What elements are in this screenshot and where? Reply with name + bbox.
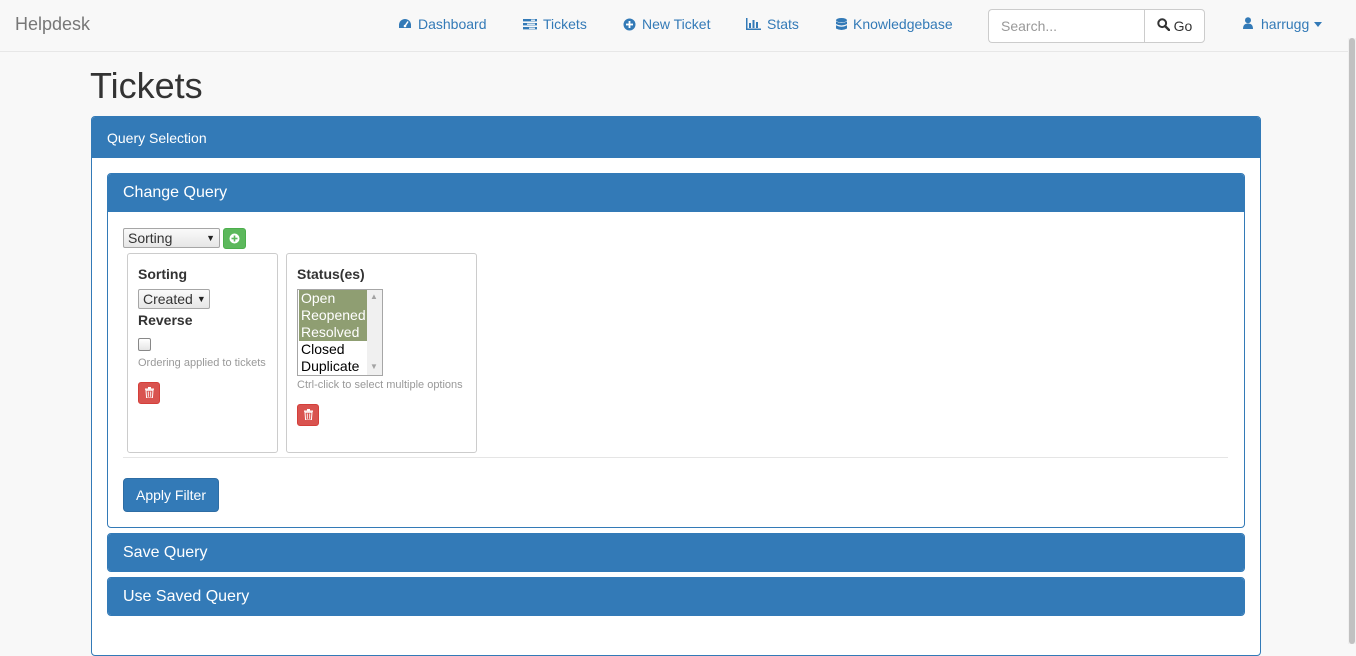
change-query-body: Sorting ▼ Sorting Created ▼ Reverse Orde… [108,212,1244,527]
sorting-filter-box: Sorting Created ▼ Reverse Ordering appli… [127,253,278,453]
nav-knowledgebase-label: Knowledgebase [853,16,953,32]
user-name: harrugg [1261,16,1310,32]
database-icon [836,17,847,31]
navbar: Helpdesk Dashboard Tickets New Ticket St… [0,0,1356,52]
status-option-reopened[interactable]: Reopened [299,307,367,324]
search-input[interactable] [988,9,1144,43]
scroll-up-icon[interactable]: ▲ [370,292,378,301]
nav-dashboard-label: Dashboard [418,16,487,32]
nav-stats-label: Stats [767,16,799,32]
change-query-panel: Change Query Sorting ▼ Sorting Created ▼… [107,173,1245,528]
nav-dashboard[interactable]: Dashboard [398,16,487,32]
bar-chart-icon [746,18,761,30]
search-icon [1156,18,1170,34]
sorting-title: Sorting [138,266,187,282]
status-list-scrollbar[interactable]: ▲ ▼ [367,290,382,375]
nav-new-ticket[interactable]: New Ticket [623,16,710,32]
delete-sorting-button[interactable] [138,382,160,404]
nav-stats[interactable]: Stats [746,16,799,32]
delete-status-button[interactable] [297,404,319,426]
use-saved-query-panel: Use Saved Query [107,577,1245,616]
plus-circle-icon [623,18,636,31]
status-option-duplicate[interactable]: Duplicate [299,358,367,375]
sort-field-select[interactable]: Created ▼ [138,289,210,309]
brand[interactable]: Helpdesk [15,14,90,35]
nav-tickets[interactable]: Tickets [523,16,587,32]
divider [123,457,1228,458]
query-selection-heading: Query Selection [92,117,1260,158]
save-query-heading[interactable]: Save Query [108,534,1244,571]
trash-icon [144,385,154,401]
reverse-label: Reverse [138,312,193,328]
use-saved-query-heading[interactable]: Use Saved Query [108,578,1244,615]
apply-filter-button[interactable]: Apply Filter [123,478,219,512]
change-query-heading[interactable]: Change Query [108,174,1244,212]
nav-tickets-label: Tickets [543,16,587,32]
dropdown-arrow-icon: ▼ [196,294,206,304]
dashboard-icon [398,18,412,30]
tasks-icon [523,18,537,30]
save-query-panel: Save Query [107,533,1245,572]
nav-new-ticket-label: New Ticket [642,16,711,32]
filter-type-value: Sorting [128,230,173,246]
status-help-text: Ctrl-click to select multiple options [297,379,463,391]
add-filter-button[interactable] [223,228,246,249]
page-scrollbar-thumb[interactable] [1349,38,1355,644]
page-scrollbar[interactable] [1348,38,1356,644]
plus-circle-icon [229,231,240,247]
filter-type-select[interactable]: Sorting ▼ [123,228,220,248]
sorting-help-text: Ordering applied to tickets [138,357,266,369]
sort-field-value: Created [143,291,193,307]
user-menu[interactable]: harrugg [1243,16,1323,32]
search-form: Go [988,9,1205,43]
page-title: Tickets [90,65,203,106]
nav-knowledgebase[interactable]: Knowledgebase [836,16,953,32]
status-filter-box: Status(es) Open Reopened Resolved Closed… [286,253,477,453]
caret-down-icon [1314,21,1323,27]
status-option-closed[interactable]: Closed [299,341,367,358]
trash-icon [303,407,313,423]
status-option-resolved[interactable]: Resolved [299,324,367,341]
status-multiselect[interactable]: Open Reopened Resolved Closed Duplicate … [297,289,383,376]
user-icon [1243,16,1253,32]
dropdown-arrow-icon: ▼ [206,233,215,243]
status-title: Status(es) [297,266,365,282]
reverse-checkbox[interactable] [138,338,151,351]
status-option-open[interactable]: Open [299,290,367,307]
scroll-down-icon[interactable]: ▼ [370,362,378,371]
search-go-button[interactable]: Go [1144,9,1205,43]
search-go-label: Go [1173,18,1193,34]
